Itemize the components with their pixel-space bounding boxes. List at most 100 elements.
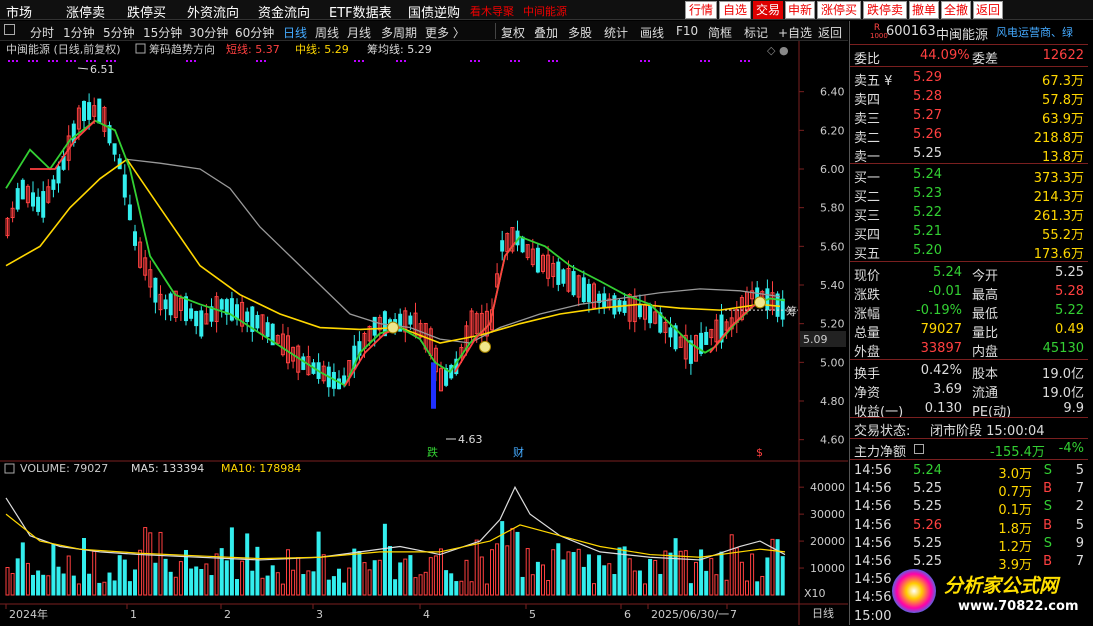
return-button[interactable]: 返回: [818, 24, 842, 41]
add-watchlist-button[interactable]: +自选: [778, 24, 812, 41]
volume-bar: [586, 554, 591, 596]
tick-side: B: [1043, 481, 1052, 497]
volume-bar: [474, 539, 479, 596]
ask-row: 卖一 5.25 13.8万: [850, 145, 1088, 165]
flow-toggle-icon[interactable]: [914, 444, 924, 454]
menu-item-market[interactable]: 市场: [6, 2, 32, 21]
signal-dot: [518, 60, 520, 62]
volume-bar: [780, 556, 785, 596]
menu-item-limit-up-sell[interactable]: 涨停卖: [66, 2, 105, 21]
volume-settings-icon[interactable]: [4, 463, 15, 474]
volume-bar: [153, 562, 158, 596]
volume-bar: [301, 574, 306, 596]
chart-toolbar: 分时 1分钟 5分钟 15分钟 30分钟 60分钟 日线 周线 月线 多周期 更…: [0, 21, 848, 41]
kline-chart[interactable]: 6.40 6.20 6.00 5.80 5.60 5.40 5.20 5.00 4.80 4.60…: [0, 41, 848, 625]
candle-body: [20, 179, 25, 200]
stat-row: 涨幅 -0.19% 最低 5.22: [850, 302, 1088, 322]
signal-dot: [740, 60, 742, 62]
panel-toggle-icon[interactable]: [4, 24, 15, 35]
short-line-label: 短线: 5.37: [226, 42, 280, 56]
statistics-button[interactable]: 统计: [604, 24, 628, 41]
signal-dot: [52, 60, 54, 62]
tab-30min[interactable]: 30分钟: [189, 24, 228, 41]
menu-item-fund-flow[interactable]: 资金流向: [258, 2, 310, 21]
candle-body: [194, 310, 199, 327]
volume-bar: [739, 561, 744, 596]
tick-row: 14:56 5.26 1.8万 B 5: [850, 517, 1088, 537]
tab-1min[interactable]: 1分钟: [63, 24, 95, 41]
stat-row: 外盘 33897 内盘 45130: [850, 340, 1088, 360]
signal-dot: [70, 60, 72, 62]
back-button[interactable]: 返回: [973, 1, 1003, 19]
cancel-order-button[interactable]: 撤单: [909, 1, 939, 19]
menu-item-limit-down-buy[interactable]: 跌停买: [127, 2, 166, 21]
chart-options-icon[interactable]: ◇ ●: [767, 44, 789, 57]
f10-button[interactable]: F10: [676, 24, 698, 38]
simple-frame-button[interactable]: 简框: [708, 24, 732, 41]
coin-marker-icon: [479, 340, 491, 353]
menu-item-repo[interactable]: 国债逆购: [408, 2, 460, 21]
tab-multi-period[interactable]: 多周期: [381, 24, 417, 41]
volume-bar: [505, 545, 510, 596]
ipo-button[interactable]: 申新: [785, 1, 815, 19]
adjust-button[interactable]: 复权: [501, 24, 525, 41]
volume-bar: [71, 575, 76, 596]
menu-item-foreign-flow[interactable]: 外资流向: [187, 2, 239, 21]
volume-bar: [755, 581, 760, 596]
volume-bar: [209, 575, 214, 596]
draw-line-button[interactable]: 画线: [640, 24, 664, 41]
candle-body: [780, 298, 785, 320]
tab-more[interactable]: 更多 〉: [425, 24, 465, 41]
stock-sector[interactable]: 风电运营商、绿: [996, 24, 1073, 40]
limit-up-buy-button[interactable]: 涨停买: [817, 1, 861, 19]
cancel-all-button[interactable]: 全撤: [941, 1, 971, 19]
candle-body: [372, 316, 377, 336]
stat-value-1: -0.01: [928, 284, 962, 299]
tab-5min[interactable]: 5分钟: [103, 24, 135, 41]
signal-dot: [708, 60, 710, 62]
weicha-label: 委差: [972, 52, 999, 67]
chou-marker: 筹: [786, 304, 797, 318]
candle-body: [82, 100, 86, 122]
volume-bar: [571, 552, 576, 596]
tab-60min[interactable]: 60分钟: [235, 24, 274, 41]
signal-dot: [106, 60, 108, 62]
limit-down-sell-button[interactable]: 跌停卖: [863, 1, 907, 19]
date-tick-label: 4: [423, 608, 430, 621]
candle-body: [622, 300, 627, 313]
signal-dot: [110, 60, 112, 62]
watchlist-button[interactable]: 自选: [719, 1, 751, 19]
candle-body: [408, 315, 413, 325]
tab-monthly[interactable]: 月线: [347, 24, 371, 41]
tab-weekly[interactable]: 周线: [315, 24, 339, 41]
tab-daily[interactable]: 日线: [283, 24, 307, 41]
signal-dot: [32, 60, 34, 62]
volume-bar: [388, 546, 392, 596]
candle-body: [15, 188, 20, 210]
volume-bar: [41, 574, 46, 596]
menu-item-etf-table[interactable]: ETF数据表: [329, 2, 392, 21]
volume-bar: [112, 580, 117, 596]
overlay-button[interactable]: 叠加: [534, 24, 558, 41]
mark-button[interactable]: 标记: [744, 24, 768, 41]
avg-line-label: 筹均线: 5.29: [367, 42, 432, 56]
indicator-name: 筹码趋势方向: [149, 42, 215, 56]
candle-body: [127, 204, 132, 221]
bid-label: 买四: [854, 228, 881, 243]
trade-button[interactable]: 交易: [753, 1, 783, 19]
tab-15min[interactable]: 15分钟: [143, 24, 182, 41]
quote-button[interactable]: 行情: [685, 1, 717, 19]
ask-label: 卖二: [854, 131, 881, 146]
volume-axis: 40000 30000 20000 10000: [799, 481, 845, 575]
tab-intraday[interactable]: 分时: [30, 24, 54, 41]
ask-label: 卖五 ¥: [854, 74, 893, 89]
volume-bar: [612, 574, 617, 596]
volume-bar: [168, 571, 173, 596]
stat-label-2: 内盘: [972, 345, 999, 360]
stat2-row: 收益(一) 0.130 PE(动) 9.9: [850, 400, 1088, 420]
menu-bar: 市场 涨停卖 跌停买 外资流向 资金流向 ETF数据表 国债逆购 看木导聚 中间…: [0, 0, 1093, 21]
multi-stock-button[interactable]: 多股: [568, 24, 592, 41]
indicator-settings-icon[interactable]: [135, 43, 146, 54]
flower-logo-icon: [892, 569, 936, 613]
tick-time: 14:56: [854, 590, 892, 606]
